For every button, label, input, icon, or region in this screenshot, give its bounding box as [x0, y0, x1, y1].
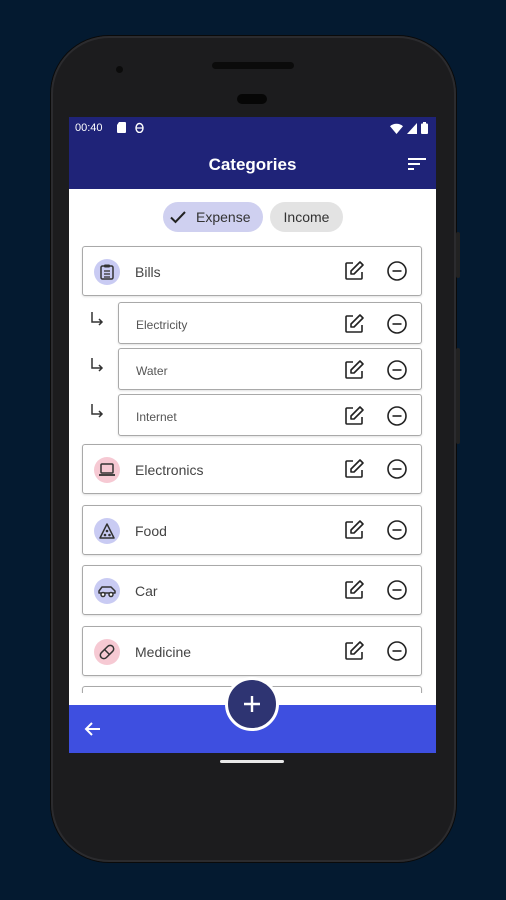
edit-icon[interactable]	[343, 640, 365, 662]
category-label: Electronics	[135, 462, 204, 478]
pizza-icon	[94, 518, 120, 544]
list-item[interactable]: Bills	[82, 246, 422, 296]
status-time: 00:40	[75, 122, 103, 134]
app-bar: Categories	[69, 141, 436, 189]
pill-icon	[94, 639, 120, 665]
list-item[interactable]: Electronics	[82, 444, 422, 494]
list-item[interactable]: Water	[118, 348, 422, 390]
edit-icon[interactable]	[343, 359, 365, 381]
subcategory-label: Electricity	[136, 318, 188, 332]
edit-icon[interactable]	[343, 313, 365, 335]
list-item[interactable]: Internet	[118, 394, 422, 436]
sd-card-icon	[117, 122, 126, 133]
car-icon	[94, 578, 120, 604]
signal-icon	[407, 122, 417, 134]
clipboard-icon	[94, 259, 120, 285]
subcategory-arrow-icon	[91, 404, 104, 418]
remove-icon[interactable]	[386, 579, 408, 601]
tab-expense[interactable]: Expense	[163, 202, 263, 232]
tab-expense-label: Expense	[196, 209, 251, 225]
plus-icon	[244, 696, 260, 712]
edit-icon[interactable]	[343, 405, 365, 427]
add-category-button[interactable]	[225, 677, 279, 731]
category-list: Bills Electricity Water Internet Electro…	[69, 243, 436, 693]
list-item[interactable]: Electricity	[118, 302, 422, 344]
remove-icon[interactable]	[386, 640, 408, 662]
remove-icon[interactable]	[386, 313, 408, 335]
subcategory-label: Internet	[136, 410, 177, 424]
subcategory-label: Water	[136, 364, 168, 378]
remove-icon[interactable]	[386, 359, 408, 381]
edit-icon[interactable]	[343, 260, 365, 282]
type-filter: Expense Income	[69, 202, 436, 232]
home-indicator[interactable]	[220, 760, 284, 763]
list-item[interactable]: Medicine	[82, 626, 422, 676]
remove-icon[interactable]	[386, 519, 408, 541]
subcategory-arrow-icon	[91, 312, 104, 326]
list-item[interactable]: Car	[82, 565, 422, 615]
remove-icon[interactable]	[386, 458, 408, 480]
category-label: Medicine	[135, 644, 192, 660]
remove-icon[interactable]	[386, 260, 408, 282]
volume-button	[456, 232, 460, 278]
subcategory-arrow-icon	[91, 358, 104, 372]
phone-speaker	[212, 62, 294, 69]
bug-icon	[135, 122, 144, 133]
category-label: Food	[135, 523, 167, 539]
check-icon	[170, 211, 186, 224]
power-button	[456, 348, 460, 444]
back-arrow-icon[interactable]	[83, 719, 103, 739]
app-screen: 00:40 Categories Expense Income Bills El…	[69, 117, 436, 753]
laptop-icon	[94, 457, 120, 483]
status-bar: 00:40	[69, 117, 436, 141]
sort-icon[interactable]	[408, 156, 428, 172]
tab-income-label: Income	[283, 209, 330, 225]
wifi-icon	[390, 123, 403, 134]
remove-icon[interactable]	[386, 405, 408, 427]
front-camera	[116, 66, 123, 73]
tab-income[interactable]: Income	[270, 202, 343, 232]
phone-earpiece	[237, 94, 267, 104]
category-label: Car	[135, 583, 158, 599]
page-title: Categories	[208, 155, 297, 174]
battery-icon	[421, 122, 428, 134]
edit-icon[interactable]	[343, 519, 365, 541]
list-item[interactable]: Food	[82, 505, 422, 555]
edit-icon[interactable]	[343, 458, 365, 480]
category-label: Bills	[135, 264, 161, 280]
edit-icon[interactable]	[343, 579, 365, 601]
